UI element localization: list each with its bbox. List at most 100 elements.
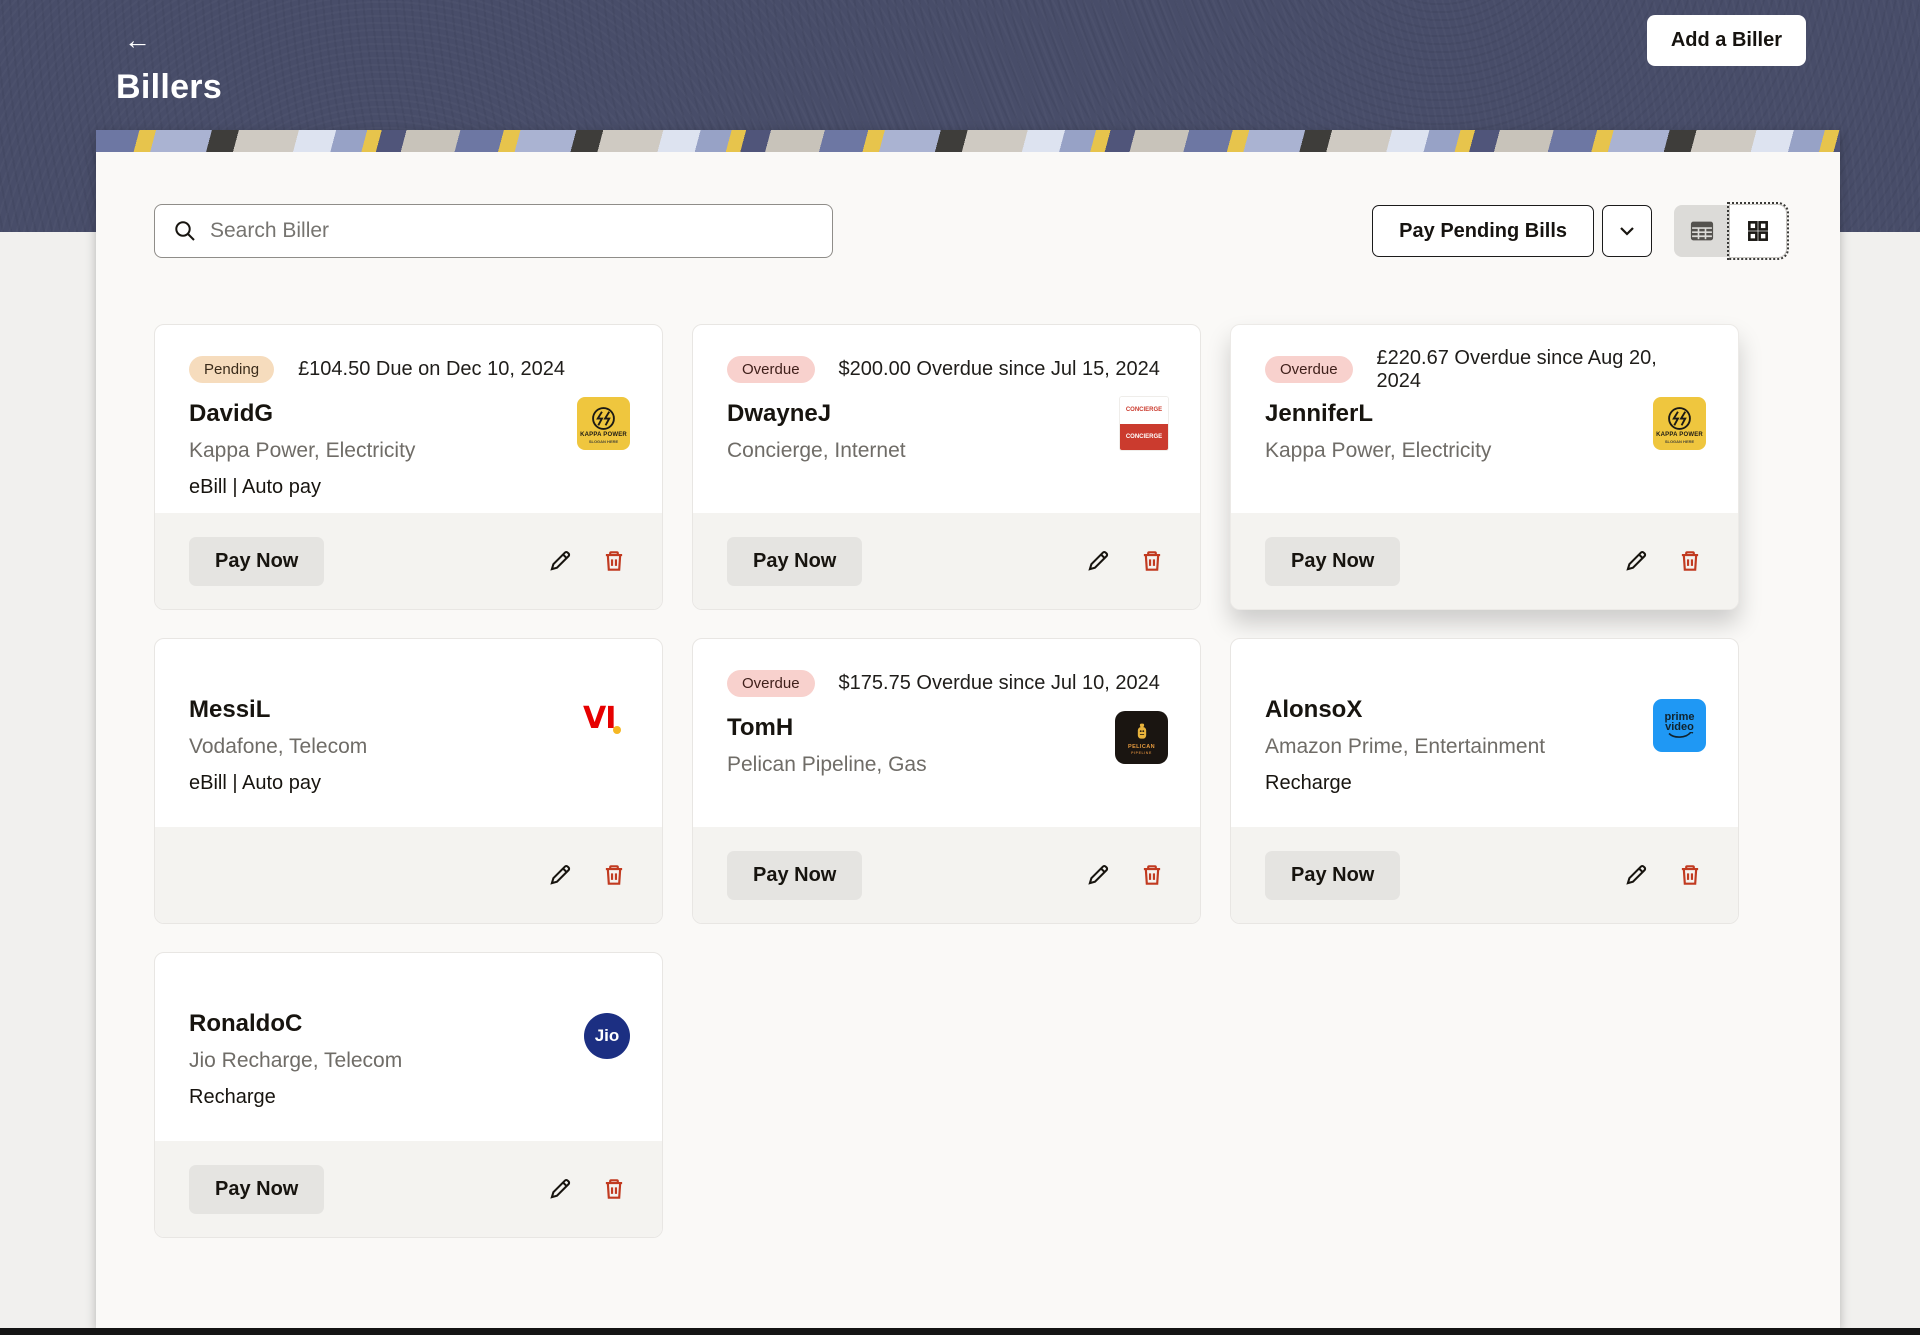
biller-card-body: Overdue £220.67 Overdue since Aug 20, 20… xyxy=(1231,325,1738,513)
biller-name: TomH xyxy=(727,714,1166,742)
delete-button[interactable] xyxy=(596,1171,632,1207)
pay-now-button[interactable]: Pay Now xyxy=(189,537,324,586)
biller-provider: Concierge, Internet xyxy=(727,439,1166,463)
pay-now-button[interactable]: Pay Now xyxy=(189,1165,324,1214)
status-text: £104.50 Due on Dec 10, 2024 xyxy=(298,358,565,381)
chevron-down-icon xyxy=(1615,219,1639,243)
pencil-icon xyxy=(547,862,573,888)
edit-button[interactable] xyxy=(1080,857,1116,893)
decorative-banner xyxy=(96,130,1840,152)
pay-pending-dropdown-button[interactable] xyxy=(1602,205,1652,257)
biller-logo: KAPPA POWERSLOGAN HERE xyxy=(1653,397,1706,450)
biller-provider: Kappa Power, Electricity xyxy=(1265,439,1704,463)
status-text: £220.67 Overdue since Aug 20, 2024 xyxy=(1377,347,1704,393)
biller-card: Overdue $175.75 Overdue since Jul 10, 20… xyxy=(692,638,1201,924)
badge-row: Overdue $200.00 Overdue since Jul 15, 20… xyxy=(727,355,1166,384)
table-view-icon xyxy=(1688,217,1716,245)
biller-card: AlonsoX Amazon Prime, Entertainment Rech… xyxy=(1230,638,1739,924)
status-badge: Overdue xyxy=(727,670,815,697)
table-view-button[interactable] xyxy=(1674,205,1730,257)
search-box xyxy=(154,204,833,258)
biller-card: RonaldoC Jio Recharge, Telecom Recharge … xyxy=(154,952,663,1238)
biller-extra: Recharge xyxy=(1265,772,1704,795)
biller-name: DwayneJ xyxy=(727,400,1166,428)
delete-button[interactable] xyxy=(1134,543,1170,579)
biller-card: Pending £104.50 Due on Dec 10, 2024 Davi… xyxy=(154,324,663,610)
biller-name: JenniferL xyxy=(1265,400,1704,428)
biller-extra: eBill | Auto pay xyxy=(189,476,628,499)
biller-provider: Vodafone, Telecom xyxy=(189,735,628,759)
biller-card: Overdue $200.00 Overdue since Jul 15, 20… xyxy=(692,324,1201,610)
pencil-icon xyxy=(547,1176,573,1202)
search-input[interactable] xyxy=(210,219,816,243)
biller-card: Overdue £220.67 Overdue since Aug 20, 20… xyxy=(1230,324,1739,610)
pencil-icon xyxy=(547,548,573,574)
biller-card-footer: Pay Now xyxy=(1231,513,1738,609)
add-biller-button[interactable]: Add a Biller xyxy=(1647,15,1806,66)
edit-button[interactable] xyxy=(1618,543,1654,579)
biller-card-grid: Pending £104.50 Due on Dec 10, 2024 Davi… xyxy=(154,324,1739,1238)
edit-button[interactable] xyxy=(1080,543,1116,579)
biller-card-footer: Pay Now xyxy=(155,513,662,609)
pay-now-button[interactable]: Pay Now xyxy=(727,851,862,900)
biller-card-footer: Pay Now xyxy=(693,513,1200,609)
delete-button[interactable] xyxy=(596,857,632,893)
biller-card-footer: Pay Now xyxy=(155,827,662,923)
edit-button[interactable] xyxy=(542,543,578,579)
biller-card-body: Overdue $175.75 Overdue since Jul 10, 20… xyxy=(693,639,1200,827)
biller-provider: Jio Recharge, Telecom xyxy=(189,1049,628,1073)
biller-extra: eBill | Auto pay xyxy=(189,772,628,795)
status-badge: Pending xyxy=(189,356,274,383)
bottom-bar xyxy=(0,1328,1920,1335)
biller-provider: Pelican Pipeline, Gas xyxy=(727,753,1166,777)
pencil-icon xyxy=(1085,862,1111,888)
biller-logo: primevideo xyxy=(1653,699,1706,752)
biller-card-body: Overdue $200.00 Overdue since Jul 15, 20… xyxy=(693,325,1200,513)
biller-logo: Jio xyxy=(584,1013,630,1059)
biller-name: RonaldoC xyxy=(189,1010,628,1038)
biller-name: AlonsoX xyxy=(1265,696,1704,724)
pencil-icon xyxy=(1623,548,1649,574)
delete-button[interactable] xyxy=(596,543,632,579)
pay-now-button[interactable]: Pay Now xyxy=(1265,851,1400,900)
trash-icon xyxy=(1677,548,1703,574)
badge-row: Pending £104.50 Due on Dec 10, 2024 xyxy=(189,355,628,384)
pencil-icon xyxy=(1623,862,1649,888)
biller-card-body: Pending £104.50 Due on Dec 10, 2024 Davi… xyxy=(155,325,662,513)
trash-icon xyxy=(1677,862,1703,888)
delete-button[interactable] xyxy=(1134,857,1170,893)
biller-name: DavidG xyxy=(189,400,628,428)
biller-name: MessiL xyxy=(189,696,628,724)
view-toggle xyxy=(1674,205,1786,257)
biller-card-body: RonaldoC Jio Recharge, Telecom Recharge … xyxy=(155,953,662,1141)
pay-now-button[interactable]: Pay Now xyxy=(1265,537,1400,586)
trash-icon xyxy=(1139,862,1165,888)
grid-view-icon xyxy=(1745,218,1771,244)
badge-row: Overdue $175.75 Overdue since Jul 10, 20… xyxy=(727,669,1166,698)
delete-button[interactable] xyxy=(1672,543,1708,579)
biller-card-body: MessiL Vodafone, Telecom eBill | Auto pa… xyxy=(155,639,662,827)
biller-provider: Amazon Prime, Entertainment xyxy=(1265,735,1704,759)
delete-button[interactable] xyxy=(1672,857,1708,893)
biller-logo: CONCIERGECONCIERGE xyxy=(1120,397,1168,450)
edit-button[interactable] xyxy=(1618,857,1654,893)
biller-extra: Recharge xyxy=(189,1086,628,1109)
badge-row: Overdue £220.67 Overdue since Aug 20, 20… xyxy=(1265,355,1704,384)
biller-card-footer: Pay Now xyxy=(1231,827,1738,923)
status-text: $200.00 Overdue since Jul 15, 2024 xyxy=(839,358,1160,381)
biller-logo: VI xyxy=(577,699,630,739)
trash-icon xyxy=(601,1176,627,1202)
content-panel: Pay Pending Bills xyxy=(96,130,1840,1328)
page-title: Billers xyxy=(116,68,222,107)
biller-card: MessiL Vodafone, Telecom eBill | Auto pa… xyxy=(154,638,663,924)
biller-logo: PELICANPIPELINE xyxy=(1115,711,1168,764)
pay-pending-bills-button[interactable]: Pay Pending Bills xyxy=(1372,205,1594,257)
biller-logo: KAPPA POWERSLOGAN HERE xyxy=(577,397,630,450)
back-button[interactable]: ← xyxy=(124,24,160,56)
trash-icon xyxy=(601,862,627,888)
edit-button[interactable] xyxy=(542,1171,578,1207)
edit-button[interactable] xyxy=(542,857,578,893)
biller-card-footer: Pay Now xyxy=(155,1141,662,1237)
pay-now-button[interactable]: Pay Now xyxy=(727,537,862,586)
grid-view-button[interactable] xyxy=(1730,205,1786,257)
